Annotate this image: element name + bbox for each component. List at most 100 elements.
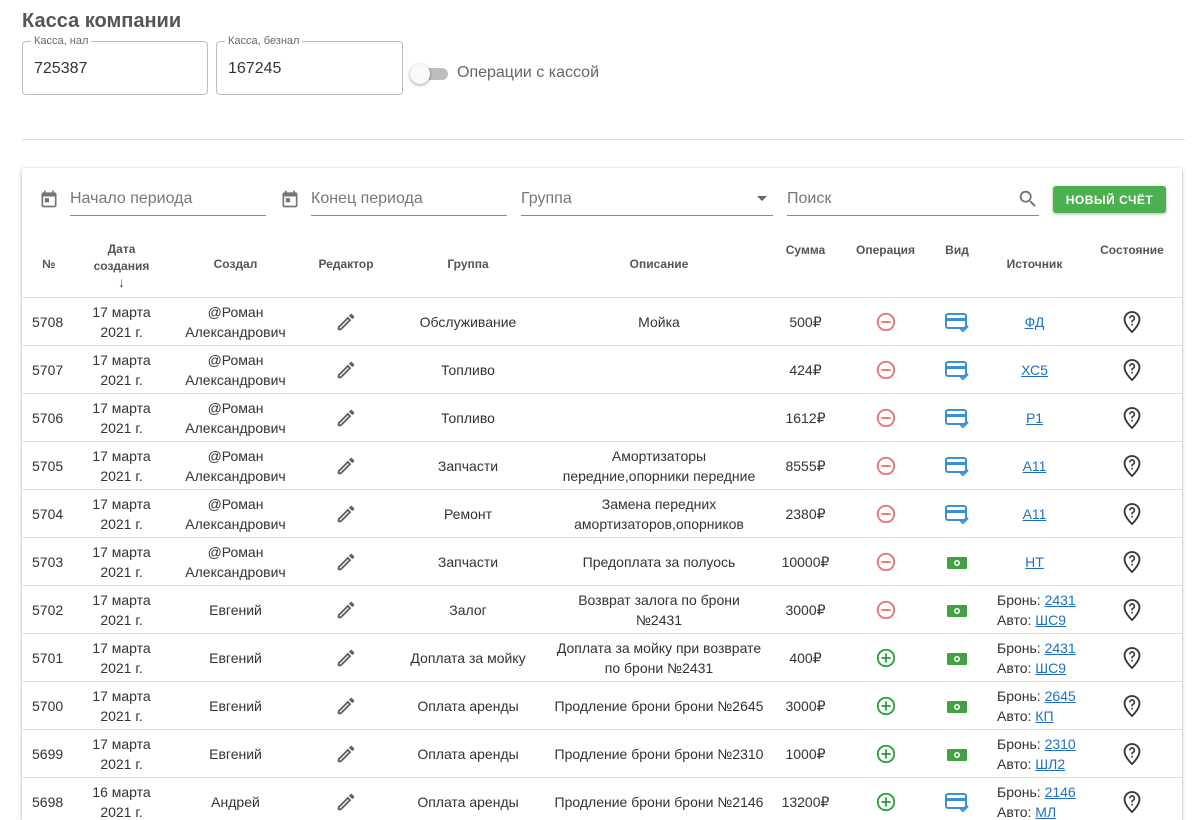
pencil-icon[interactable] [335,407,357,429]
row-editor [307,729,385,778]
col-created[interactable]: Дата создания ↓ [79,232,164,298]
accounts-table: № Дата создания ↓ Создал Редактор Группа… [22,232,1182,820]
source-link[interactable]: ХС5 [1021,362,1048,378]
pencil-icon[interactable] [335,551,357,573]
search-icon[interactable] [1017,188,1039,210]
noncash-field[interactable]: Касса, безнал 167245 [216,35,403,95]
location-question-icon[interactable] [1121,454,1143,478]
booking-link[interactable]: 2431 [1045,640,1076,656]
car-link[interactable]: МЛ [1035,804,1056,820]
row-group: Топливо [385,393,551,442]
pencil-icon[interactable] [335,359,357,381]
table-row[interactable]: 5707 17 марта 2021 г. @Роман Александрович… [22,345,1182,394]
pencil-icon[interactable] [335,503,357,525]
credit-card-icon [945,792,969,813]
table-row[interactable]: 5698 16 марта 2021 г. Андрей Оплата аренд… [22,777,1182,820]
pencil-icon[interactable] [335,647,357,669]
col-creator[interactable]: Создал [164,232,307,298]
plus-circle-icon [876,648,895,667]
col-description[interactable]: Описание [551,232,767,298]
table-row[interactable]: 5699 17 марта 2021 г. Евгений Оплата арен… [22,729,1182,778]
cash-field[interactable]: Касса, нал 725387 [22,35,208,95]
search-input[interactable]: Поиск [787,182,1039,216]
calendar-icon[interactable] [280,188,300,210]
table-row[interactable]: 5705 17 марта 2021 г. @Роман Александрович… [22,441,1182,490]
location-question-icon[interactable] [1121,502,1143,526]
col-group[interactable]: Группа [385,232,551,298]
source-link[interactable]: А11 [1023,458,1047,474]
row-source: Р1 [987,393,1082,442]
pencil-icon[interactable] [335,743,357,765]
row-editor [307,489,385,538]
car-link[interactable]: ШЛ2 [1035,756,1065,772]
cash-operations-toggle[interactable] [410,63,450,84]
row-state [1082,393,1182,442]
row-kind [927,585,987,634]
col-kind[interactable]: Вид [927,232,987,298]
table-row[interactable]: 5708 17 марта 2021 г. @Роман Александрович… [22,297,1182,346]
car-link[interactable]: КП [1035,708,1053,724]
col-editor[interactable]: Редактор [307,232,385,298]
source-link[interactable]: А11 [1023,506,1047,522]
table-row[interactable]: 5704 17 марта 2021 г. @Роман Александрович… [22,489,1182,538]
toggle-label: Операции с кассой [457,64,599,81]
booking-link[interactable]: 2645 [1045,688,1076,704]
location-question-icon[interactable] [1121,550,1143,574]
col-num[interactable]: № [22,232,79,298]
col-sum[interactable]: Сумма [767,232,844,298]
location-question-icon[interactable] [1121,694,1143,718]
cash-field-value: 725387 [34,60,88,77]
car-link[interactable]: ШС9 [1035,612,1066,628]
calendar-icon[interactable] [39,188,59,210]
location-question-icon[interactable] [1121,310,1143,334]
row-state [1082,345,1182,394]
row-creator: @Роман Александрович [164,537,307,586]
location-question-icon[interactable] [1121,598,1143,622]
source-link[interactable]: Р1 [1026,410,1043,426]
pencil-icon[interactable] [335,599,357,621]
cash-icon [947,748,967,761]
sort-arrow-icon[interactable]: ↓ [79,275,164,289]
location-question-icon[interactable] [1121,742,1143,766]
row-state [1082,297,1182,346]
pencil-icon[interactable] [335,455,357,477]
group-select[interactable]: Группа [521,182,773,216]
location-question-icon[interactable] [1121,790,1143,814]
col-source[interactable]: Источник [987,232,1082,298]
table-row[interactable]: 5706 17 марта 2021 г. @Роман Александрович… [22,393,1182,442]
col-state[interactable]: Состояние [1082,232,1182,298]
start-date-input[interactable]: Начало периода [70,182,266,216]
row-kind [927,489,987,538]
pencil-icon[interactable] [335,791,357,813]
location-question-icon[interactable] [1121,646,1143,670]
row-description: Продление брони брони №2645 [551,681,767,730]
new-invoice-button[interactable]: НОВЫЙ СЧЁТ [1053,186,1166,213]
booking-link[interactable]: 2310 [1045,736,1076,752]
booking-link[interactable]: 2146 [1045,784,1076,800]
pencil-icon[interactable] [335,695,357,717]
row-source: А11 [987,489,1082,538]
source-link[interactable]: НТ [1025,554,1044,570]
car-link[interactable]: ШС9 [1035,660,1066,676]
location-question-icon[interactable] [1121,358,1143,382]
minus-circle-icon [876,552,895,571]
location-question-icon[interactable] [1121,406,1143,430]
table-row[interactable]: 5701 17 марта 2021 г. Евгений Доплата за … [22,633,1182,682]
row-sum: 10000₽ [767,537,844,586]
table-row[interactable]: 5700 17 марта 2021 г. Евгений Оплата арен… [22,681,1182,730]
col-operation[interactable]: Операция [844,232,927,298]
table-row[interactable]: 5703 17 марта 2021 г. @Роман Александрович… [22,537,1182,586]
row-operation [844,393,927,442]
row-date: 17 марта 2021 г. [79,345,164,394]
minus-circle-icon [876,312,895,331]
pencil-icon[interactable] [335,311,357,333]
table-row[interactable]: 5702 17 марта 2021 г. Евгений Залог Возвр… [22,585,1182,634]
end-date-input[interactable]: Конец периода [311,182,507,216]
booking-link[interactable]: 2431 [1045,592,1076,608]
row-group: Оплата аренды [385,777,551,820]
row-date: 17 марта 2021 г. [79,537,164,586]
row-creator: Евгений [164,633,307,682]
source-link[interactable]: ФД [1025,314,1045,330]
row-operation [844,441,927,490]
row-sum: 500₽ [767,297,844,346]
